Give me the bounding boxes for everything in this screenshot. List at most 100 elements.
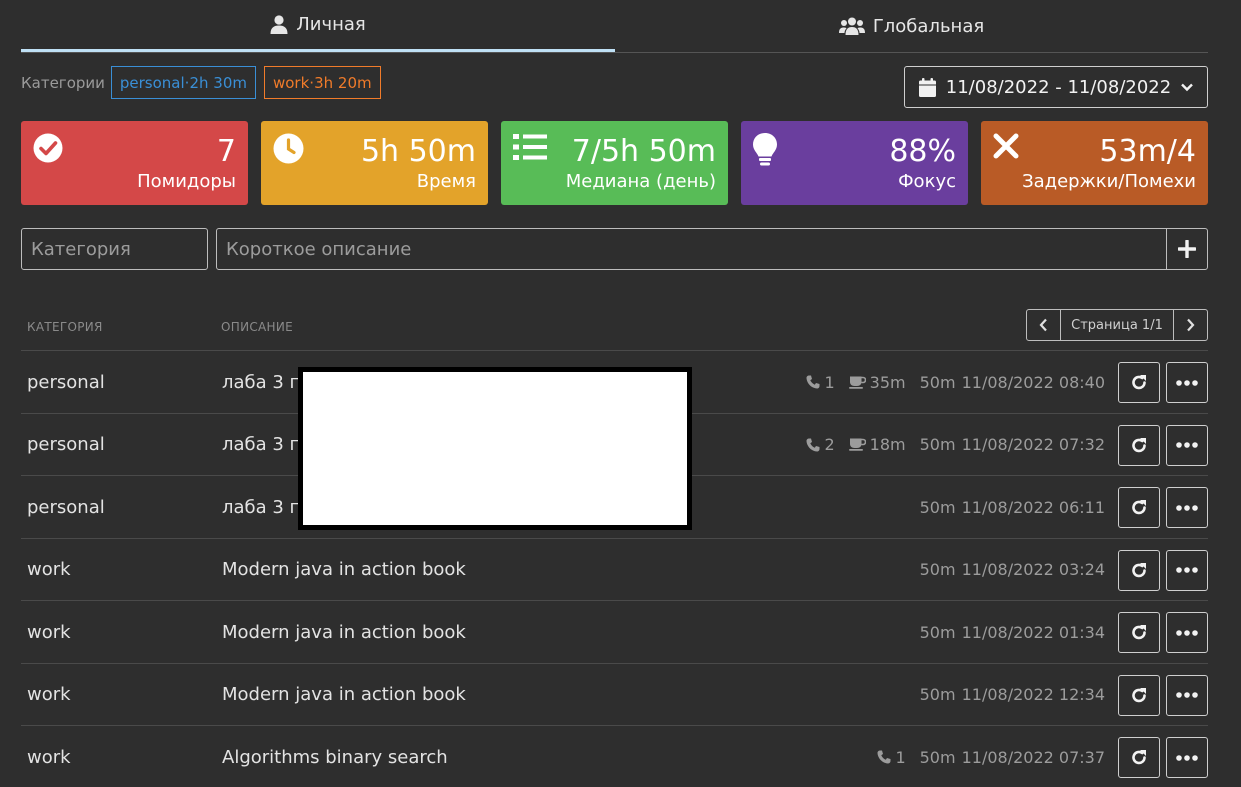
table-row: work Modern java in action book 50m 11/08/2… — [21, 600, 1208, 663]
break-time: 35m — [848, 372, 906, 392]
check-circle-icon — [33, 133, 63, 163]
duration: 50m — [919, 747, 956, 767]
repeat-button[interactable] — [1118, 424, 1160, 466]
list-icon — [513, 134, 547, 160]
stat-caption: Медиана (день) — [565, 171, 716, 192]
row-category: personal — [27, 496, 105, 518]
row-meta: 50m 11/08/2022 03:24 — [920, 539, 1105, 601]
duration: 50m — [919, 685, 956, 704]
row-description: Modern java in action book — [222, 621, 466, 643]
stat-caption: Фокус — [898, 171, 956, 192]
datetime: 11/08/2022 08:40 — [961, 372, 1105, 392]
category-input[interactable] — [21, 228, 208, 270]
row-category: work — [27, 559, 71, 580]
next-page-button[interactable] — [1174, 310, 1207, 340]
stat-card-pomodoros: 7 Помидоры — [21, 121, 248, 205]
more-options-button[interactable] — [1166, 612, 1208, 653]
redo-icon — [1131, 750, 1146, 765]
more-options-button[interactable] — [1166, 674, 1208, 716]
row-description: Modern java in action book — [222, 559, 466, 580]
repeat-button[interactable] — [1118, 487, 1160, 528]
stat-value: 7 — [216, 134, 236, 169]
tab-personal[interactable]: Личная — [21, 0, 615, 52]
row-meta: 50m 11/08/2022 12:34 — [920, 664, 1105, 726]
redo-icon — [1131, 562, 1146, 577]
row-meta: 2 18m 50m 11/08/2022 07:32 — [806, 414, 1105, 476]
category-badge-work[interactable]: work · 3h 20m — [263, 66, 381, 99]
category-badge-name: personal — [119, 73, 185, 92]
table-row: work Modern java in action book 50m 11/08/2… — [21, 662, 1208, 726]
ellipsis-icon — [1176, 567, 1198, 573]
column-header-category: КАТЕГОРИЯ — [27, 320, 103, 334]
times-icon — [993, 133, 1019, 159]
page-indicator: Страница 1/1 — [1060, 310, 1174, 340]
phone-icon — [806, 375, 820, 389]
repeat-button[interactable] — [1118, 674, 1160, 716]
add-pomodoro-button[interactable] — [1166, 228, 1208, 270]
table-row: work Modern java in action book 50m 11/08/2… — [21, 537, 1208, 601]
category-badge-name: work — [272, 73, 310, 92]
category-badge-personal[interactable]: personal · 2h 30m — [110, 66, 256, 99]
redo-icon — [1131, 437, 1146, 452]
row-category: personal — [27, 434, 105, 455]
redo-icon — [1131, 375, 1146, 390]
description-input[interactable] — [216, 228, 1167, 270]
datetime: 11/08/2022 07:32 — [961, 435, 1105, 454]
redo-icon — [1131, 625, 1146, 640]
date-range-picker[interactable]: 11/08/2022 - 11/08/2022 — [904, 66, 1208, 108]
calls-value: 2 — [824, 435, 835, 454]
pagination: Страница 1/1 — [1026, 309, 1208, 341]
repeat-button[interactable] — [1118, 612, 1160, 653]
row-category: work — [27, 621, 71, 643]
break-value: 35m — [869, 372, 906, 392]
row-category: work — [27, 684, 71, 705]
row-category: work — [27, 746, 71, 768]
ellipsis-icon — [1176, 504, 1198, 511]
tab-global[interactable]: Глобальная — [615, 0, 1208, 52]
row-meta: 1 35m 50m 11/08/2022 08:40 — [806, 351, 1105, 413]
stat-value: 53m/4 — [1099, 134, 1196, 169]
redo-icon — [1131, 500, 1146, 515]
prev-page-button[interactable] — [1027, 310, 1060, 340]
repeat-button[interactable] — [1118, 362, 1160, 403]
repeat-button[interactable] — [1118, 737, 1160, 778]
ellipsis-icon — [1176, 629, 1198, 636]
more-options-button[interactable] — [1166, 424, 1208, 466]
calls-count: 2 — [806, 435, 835, 454]
duration: 50m — [919, 560, 956, 579]
duration: 50m — [919, 435, 956, 454]
stats-cards: 7 Помидоры 5h 50m Время 7/5h 50m Медиана… — [21, 121, 1208, 205]
stat-value: 88% — [889, 134, 956, 169]
row-meta: 50m 11/08/2022 06:11 — [920, 476, 1105, 538]
stat-caption: Время — [416, 171, 476, 192]
more-options-button[interactable] — [1166, 487, 1208, 528]
stat-caption: Помидоры — [137, 171, 236, 192]
ellipsis-icon — [1176, 442, 1198, 448]
table-row: work Algorithms binary search 1 50m 11/08/20… — [21, 725, 1208, 787]
ellipsis-icon — [1176, 692, 1198, 698]
user-icon — [270, 15, 288, 34]
more-options-button[interactable] — [1166, 737, 1208, 778]
redo-icon — [1131, 687, 1146, 702]
categories-label: Категории — [21, 73, 105, 92]
repeat-button[interactable] — [1118, 549, 1160, 591]
datetime: 11/08/2022 12:34 — [961, 685, 1105, 704]
chevron-right-icon — [1187, 318, 1195, 332]
stat-card-time: 5h 50m Время — [261, 121, 488, 205]
calls-count: 1 — [806, 372, 835, 392]
coffee-icon — [848, 376, 866, 389]
datetime: 11/08/2022 06:11 — [961, 497, 1105, 517]
clock-icon — [273, 133, 304, 164]
stat-value: 7/5h 50m — [571, 134, 716, 169]
phone-icon — [877, 750, 891, 764]
redaction-box — [298, 367, 692, 530]
more-options-button[interactable] — [1166, 549, 1208, 591]
stat-card-focus: 88% Фокус — [741, 121, 968, 205]
tab-global-label: Глобальная — [872, 15, 985, 37]
datetime: 11/08/2022 01:34 — [961, 622, 1105, 642]
more-options-button[interactable] — [1166, 362, 1208, 403]
category-badge-time: 3h 20m — [314, 73, 372, 92]
calls-value: 1 — [895, 747, 906, 767]
calls-value: 1 — [824, 372, 835, 392]
stat-card-median: 7/5h 50m Медиана (день) — [501, 121, 728, 205]
